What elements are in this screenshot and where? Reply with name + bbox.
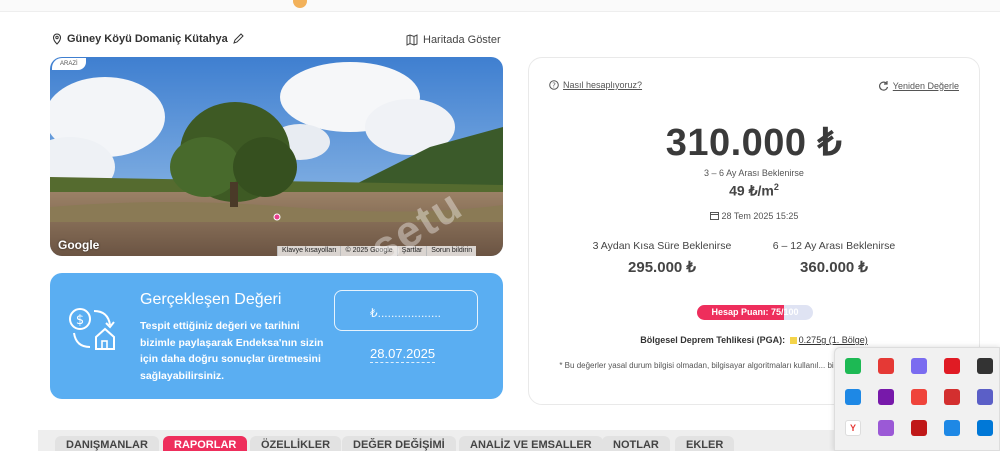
system-tray-popup: Y [834,347,1000,451]
short-term-estimate: 3 Aydan Kısa Süre Beklenirse 295.000 ₺ [587,238,737,276]
location-pin-icon [52,33,62,45]
top-badge [293,0,307,8]
tab-reports[interactable]: RAPORLAR [163,436,248,451]
money-exchange-icon: $ [69,308,115,350]
realized-description: Tespit ettiğiniz değeri ve tarihini bizi… [140,320,324,382]
realized-date-field[interactable]: 28.07.2025 [370,346,436,363]
refresh-icon [878,81,888,91]
tab-features[interactable]: ÖZELLİKLER [250,436,342,451]
risk-color-swatch [789,337,797,345]
tab-notes[interactable]: NOTLAR [602,436,670,451]
tab-value-change[interactable]: DEĞER DEĞİŞİMİ [342,436,456,451]
short-term-amount: 295.000 ₺ [628,259,696,276]
long-term-estimate: 6 – 12 Ay Arası Beklenirse 360.000 ₺ [759,238,909,276]
location-text: Güney Köyü Domaniç Kütahya [67,33,228,45]
keyboard-shortcuts-link[interactable]: Klavye kısayolları [277,246,341,256]
copilot-icon[interactable] [911,358,927,374]
earthquake-zone-link[interactable]: 0.275g (1. Bölge) [799,335,868,345]
bluetooth-icon[interactable] [977,420,993,436]
feather-icon[interactable] [878,420,894,436]
price-per-m2: 49 ₺/m2 [729,182,779,199]
onenote-icon[interactable] [878,389,894,405]
tab-advisors[interactable]: DANIŞMANLAR [55,436,159,451]
estimated-price: 310.000 ₺ [665,122,843,164]
realized-title: Gerçekleşen Değeri [140,291,282,308]
realized-value-card: $ Gerçekleşen Değeri Tespit ettiğiniz de… [50,273,503,399]
score-text: Hesap Puanı: 75/100 [711,307,799,317]
report-problem-link[interactable]: Sorun bildirin [426,246,477,256]
tab-analysis[interactable]: ANALİZ VE EMSALLER [459,436,603,451]
calculation-score-badge: Hesap Puanı: 75/100 [697,305,813,320]
teams-icon[interactable] [977,389,993,405]
chat-icon[interactable] [977,358,993,374]
how-calculated-label: Nasıl hesaplıyoruz? [563,80,643,90]
top-strip [0,0,1000,12]
svg-text:?: ? [552,82,556,90]
google-logo: Google [58,238,100,252]
help-circle-icon: ? [549,80,559,90]
mcafee-icon[interactable] [911,420,927,436]
location-line: Güney Köyü Domaniç Kütahya [51,33,244,45]
opera-icon[interactable] [944,358,960,374]
app-red2-icon[interactable] [944,389,960,405]
show-on-map-link[interactable]: Haritada Göster [406,34,501,46]
expectation-period: 3 – 6 Ay Arası Beklenirse [704,168,804,178]
yandex-icon[interactable]: Y [845,420,861,436]
how-calculated-link[interactable]: ? Nasıl hesaplıyoruz? [549,80,642,90]
monitor-icon[interactable] [845,389,861,405]
realized-value-input[interactable]: ₺................... [334,290,478,331]
land-type-tag: ARAZİ [52,58,86,70]
edit-pencil-icon[interactable] [232,33,244,45]
valuation-timestamp: 28 Tem 2025 15:25 [529,211,979,221]
map-icon [406,34,418,46]
long-term-label: 6 – 12 Ay Arası Beklenirse [772,240,896,252]
svg-text:$: $ [76,313,84,328]
recalculate-label: Yeniden Değerle [892,80,959,91]
long-term-amount: 360.000 ₺ [800,259,868,276]
calendar-icon [709,212,719,220]
recalculate-link[interactable]: Yeniden Değerle [878,80,959,91]
short-term-label: 3 Aydan Kısa Süre Beklenirse [592,240,732,252]
anydesk-icon[interactable] [911,389,927,405]
app-red-icon[interactable] [878,358,894,374]
earthquake-risk: Bölgesel Deprem Tehlikesi (PGA): 0.275g … [640,335,868,345]
tab-attachments[interactable]: EKLER [675,436,735,451]
defender-icon[interactable] [944,420,960,436]
spotify-icon[interactable] [845,358,861,374]
show-on-map-label: Haritada Göster [423,34,501,46]
